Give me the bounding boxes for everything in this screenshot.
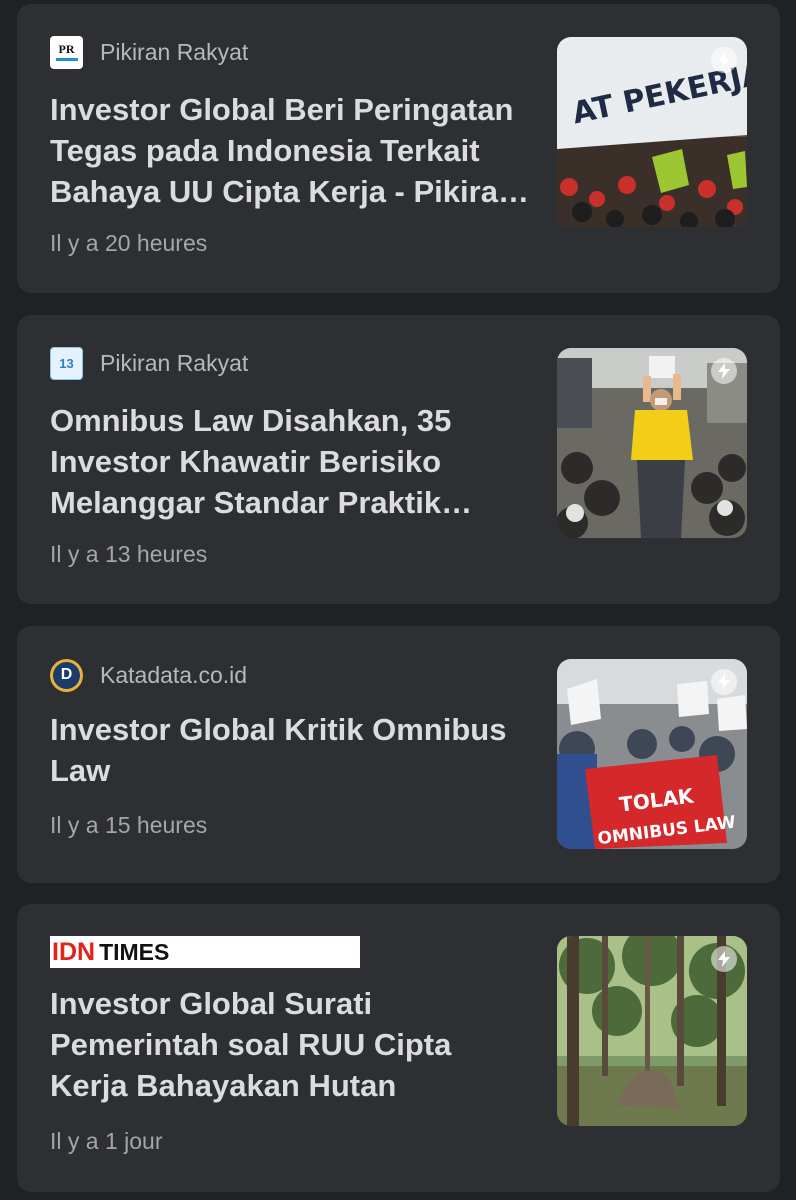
article-title[interactable]: Investor Global Surati Pemerintah soal R… [50,983,530,1106]
article-time: Il y a 20 heures [50,230,208,256]
source-name: Katadata.co.id [100,661,248,688]
news-card[interactable]: PR Pikiran Rakyat Investor Global Beri P… [17,4,780,293]
source-row: D Katadata.co.id [50,658,248,692]
pikiran-rakyat-logo: PR [50,35,83,69]
amp-bolt-icon [711,358,737,384]
article-title[interactable]: Omnibus Law Disahkan, 35 Investor Khawat… [50,400,530,523]
article-title[interactable]: Investor Global Beri Peringatan Tegas pa… [50,89,530,212]
amp-bolt-icon [711,47,737,73]
article-thumbnail[interactable]: AT PEKERJA [557,37,747,227]
article-time: Il y a 13 heures [50,541,208,567]
news-card[interactable]: D Katadata.co.id Investor Global Kritik … [17,626,780,883]
news-card[interactable]: IDN TIMES Investor Global Surati Pemerin… [17,904,780,1192]
article-title[interactable]: Investor Global Kritik Omnibus Law [50,709,530,791]
article-thumbnail[interactable] [557,936,747,1126]
amp-bolt-icon [711,669,737,695]
source-row: 13 Pikiran Rakyat [50,346,249,380]
idn-times-logo: IDN TIMES [50,936,360,968]
article-time: Il y a 1 jour [50,1128,163,1154]
article-thumbnail[interactable]: TOLAK OMNIBUS LAW [557,659,747,849]
amp-bolt-icon [711,946,737,972]
article-thumbnail[interactable] [557,348,747,538]
source-name: Pikiran Rakyat [100,38,249,65]
pikiran-rakyat-logo: 13 [50,346,83,380]
source-row: PR Pikiran Rakyat [50,35,249,69]
article-time: Il y a 15 heures [50,812,208,838]
katadata-logo: D [50,658,83,692]
news-card[interactable]: 13 Pikiran Rakyat Omnibus Law Disahkan, … [17,315,780,604]
source-name: Pikiran Rakyat [100,349,249,376]
